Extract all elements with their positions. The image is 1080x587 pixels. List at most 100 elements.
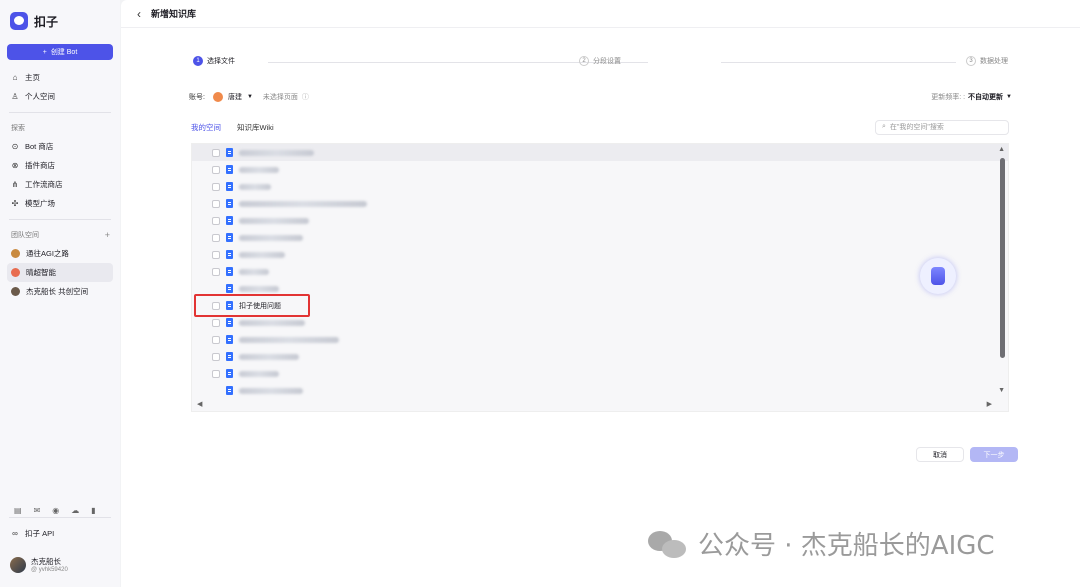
assistant-icon: [931, 267, 945, 285]
sidebar-item-team-jack[interactable]: 杰克船长 共创空间: [7, 282, 113, 301]
document-icon: [226, 284, 233, 293]
list-item-visible[interactable]: 扣子使用问题: [192, 297, 1008, 314]
account-name[interactable]: 唐建: [228, 92, 242, 102]
back-arrow-icon[interactable]: ‹: [137, 7, 141, 21]
checkbox[interactable]: [212, 250, 220, 259]
blurred-title: [239, 319, 305, 326]
list-item[interactable]: [192, 144, 1008, 161]
document-icon: [226, 165, 233, 174]
checkbox[interactable]: [212, 352, 220, 361]
next-step-button[interactable]: 下一步: [970, 447, 1018, 462]
checkbox[interactable]: [212, 165, 220, 174]
scroll-up-icon[interactable]: ▲: [998, 146, 1005, 153]
document-icon: [226, 216, 233, 225]
floating-assistant-button[interactable]: [920, 258, 956, 294]
sidebar-item-label: 通往AGI之路: [26, 249, 69, 258]
list-item[interactable]: [192, 348, 1008, 365]
blurred-title: [239, 387, 303, 394]
api-section: ∞ 扣子 API: [7, 511, 113, 543]
blurred-title: [239, 217, 309, 224]
horizontal-scrollbar[interactable]: ◀ ▶: [192, 397, 1008, 411]
list-item[interactable]: [192, 365, 1008, 382]
document-icon: [226, 335, 233, 344]
checkbox[interactable]: [212, 199, 220, 208]
document-icon: [226, 369, 233, 378]
scroll-down-icon[interactable]: ▼: [998, 387, 1005, 394]
team-avatar: [11, 268, 20, 277]
list-item[interactable]: [192, 161, 1008, 178]
list-item[interactable]: [192, 178, 1008, 195]
search-placeholder: 在"我的空间"搜索: [889, 124, 944, 131]
vertical-scrollbar[interactable]: ▲ ▼: [996, 144, 1008, 396]
page-title: 新增知识库: [151, 9, 197, 19]
list-item[interactable]: [192, 246, 1008, 263]
checkbox[interactable]: [212, 335, 220, 344]
chevron-down-icon[interactable]: ▼: [247, 94, 253, 100]
scroll-right-icon[interactable]: ▶: [987, 400, 992, 408]
checkbox[interactable]: [212, 369, 220, 378]
sidebar-item-label: 模型广场: [25, 199, 55, 208]
highlight-annotation: [194, 294, 310, 317]
sidebar-item-bot-store[interactable]: ⊙ Bot 商店: [7, 137, 113, 156]
stepper: 1 选择文件 2 分段设置 3 数据处理: [193, 56, 1023, 70]
step-number: 2: [579, 56, 589, 66]
sidebar-item-workflow-store[interactable]: ⋔ 工作流商店: [7, 175, 113, 194]
page-select[interactable]: 未选择页面: [263, 92, 298, 102]
create-bot-button[interactable]: + 创建 Bot: [7, 44, 113, 60]
sidebar-item-team-qingchao[interactable]: 晴超智能: [7, 263, 113, 282]
divider: [9, 112, 111, 113]
step-number: 3: [966, 56, 976, 66]
step-number: 1: [193, 56, 203, 66]
step-label: 分段设置: [593, 58, 621, 65]
sidebar-item-model-square[interactable]: ✣ 模型广场: [7, 194, 113, 213]
step-select-file: 1 选择文件: [193, 56, 235, 66]
tabs-row: 我的空间 知识库Wiki ⌕ 在"我的空间"搜索: [191, 119, 1009, 135]
document-icon: [226, 148, 233, 157]
brand[interactable]: 扣子: [10, 8, 113, 34]
add-team-icon[interactable]: +: [105, 230, 110, 240]
scroll-left-icon[interactable]: ◀: [197, 400, 202, 408]
watermark-text: 公众号 · 杰克船长的AIGC: [698, 531, 995, 561]
tab-wiki[interactable]: 知识库Wiki: [237, 122, 274, 133]
list-item[interactable]: [192, 229, 1008, 246]
account-label: 账号:: [189, 94, 205, 101]
freq-value: 不自动更新: [968, 94, 1004, 101]
scrollbar-thumb[interactable]: [1000, 158, 1005, 358]
team-section-title: 团队空间 +: [11, 230, 110, 240]
user-profile[interactable]: 杰克船长 @ yvhk59420: [10, 556, 68, 573]
document-icon: [226, 233, 233, 242]
sidebar-item-personal[interactable]: ♙ 个人空间: [7, 87, 113, 106]
list-item[interactable]: [192, 212, 1008, 229]
checkbox[interactable]: [212, 318, 220, 327]
checkbox[interactable]: [212, 233, 220, 242]
step-data-processing: 3 数据处理: [966, 56, 1008, 66]
update-frequency[interactable]: 更新频率: : 不自动更新 ▼: [931, 92, 1012, 102]
blurred-title: [239, 353, 299, 360]
tab-my-space[interactable]: 我的空间: [191, 122, 221, 133]
search-input[interactable]: ⌕ 在"我的空间"搜索: [875, 119, 1009, 135]
list-item[interactable]: [192, 314, 1008, 331]
create-bot-label: 创建 Bot: [50, 49, 78, 56]
blurred-title: [239, 336, 339, 343]
sidebar-item-home[interactable]: ⌂ 主页: [7, 68, 113, 87]
divider: [9, 517, 111, 518]
step-label: 选择文件: [207, 58, 235, 65]
list-item[interactable]: [192, 263, 1008, 280]
list-item[interactable]: [192, 331, 1008, 348]
cancel-button[interactable]: 取消: [916, 447, 964, 462]
list-item[interactable]: [192, 280, 1008, 297]
plugin-store-icon: ⊗: [11, 161, 19, 170]
user-id: @ yvhk59420: [31, 567, 68, 573]
info-icon[interactable]: ⓘ: [302, 92, 309, 102]
checkbox[interactable]: [212, 182, 220, 191]
user-name: 杰克船长: [31, 557, 61, 566]
checkbox[interactable]: [212, 267, 220, 276]
model-square-icon: ✣: [11, 199, 19, 208]
sidebar-item-api[interactable]: ∞ 扣子 API: [7, 524, 113, 543]
sidebar-item-plugin-store[interactable]: ⊗ 插件商店: [7, 156, 113, 175]
list-item[interactable]: [192, 195, 1008, 212]
checkbox[interactable]: [212, 148, 220, 157]
checkbox[interactable]: [212, 216, 220, 225]
sidebar-item-team-agi[interactable]: 通往AGI之路: [7, 244, 113, 263]
step-segment-settings: 2 分段设置: [579, 56, 621, 66]
